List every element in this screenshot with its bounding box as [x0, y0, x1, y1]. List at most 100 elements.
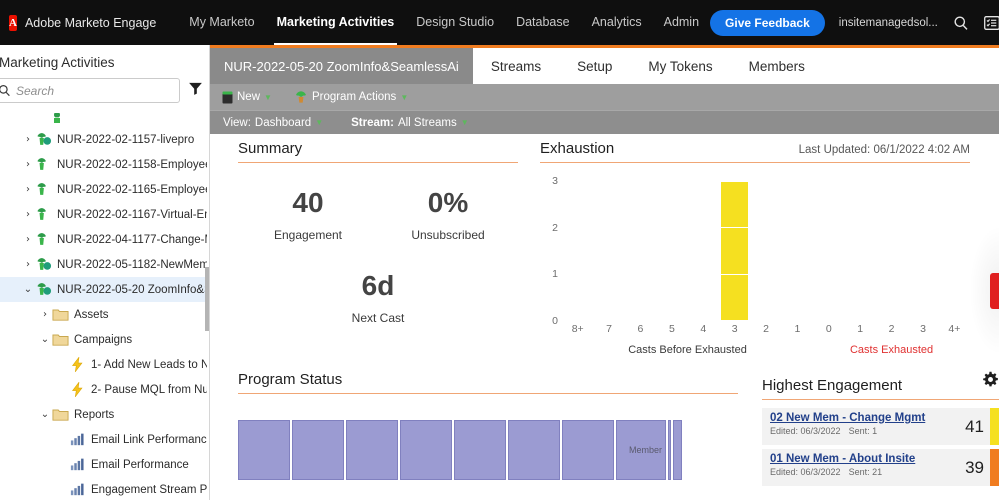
main-nav-items: My Marketo Marketing Activities Design S… — [178, 0, 710, 45]
chevron-right-icon[interactable]: › — [22, 234, 34, 245]
chevron-right-icon[interactable]: › — [22, 134, 34, 145]
engagement-list-item[interactable]: 01 New Mem - About InsiteEdited: 06/3/20… — [762, 449, 999, 486]
chart-bar-segment — [721, 181, 748, 228]
tasks-icon[interactable] — [984, 16, 999, 30]
gear-icon[interactable] — [982, 371, 999, 394]
view-selector[interactable]: View: Dashboard ▼ — [223, 117, 323, 129]
search-input[interactable] — [16, 84, 173, 98]
tree-item[interactable]: ›NUR-2022-04-1177-Change-Man — [0, 227, 209, 252]
view-value-label: Dashboard — [255, 117, 311, 129]
highest-engagement-panel-header: Highest Engagement — [762, 371, 999, 400]
view-prefix-label: View: — [223, 117, 251, 129]
username-label[interactable]: insitemanagedsol... — [839, 17, 938, 29]
engagement-item-link[interactable]: 02 New Mem - Change Mgmt — [770, 412, 963, 424]
report-icon — [68, 456, 86, 473]
x-axis-tick: 0 — [813, 323, 844, 335]
program-status-bar[interactable] — [508, 420, 560, 480]
tree-item[interactable]: ⌄NUR-2022-05-20 ZoomInfo&Se — [0, 277, 209, 302]
search-box[interactable] — [0, 78, 180, 103]
tree-item[interactable]: 1- Add New Leads to Nurt — [0, 352, 209, 377]
summary-panel: Summary 40 Engagement 0% Unsubscribed 6d… — [238, 140, 518, 325]
summary-panel-header: Summary — [238, 140, 518, 163]
tree-item[interactable]: ⌄Campaigns — [0, 327, 209, 352]
program-status-panel-header: Program Status — [238, 371, 738, 394]
program-status-bar[interactable] — [454, 420, 506, 480]
view-toolbar: View: Dashboard ▼ Stream: All Streams ▼ — [210, 110, 999, 134]
tree-item-label: NUR-2022-02-1157-livepro — [57, 134, 194, 146]
stream-selector[interactable]: Stream: All Streams ▼ — [351, 117, 469, 129]
tree-item[interactable]: ›NUR-2022-02-1158-Employee-Sa — [0, 152, 209, 177]
chevron-down-icon[interactable]: ⌄ — [22, 284, 34, 295]
x-axis-tick: 3 — [719, 323, 750, 335]
new-icon — [222, 91, 233, 104]
program-name-tab[interactable]: NUR-2022-05-20 ZoomInfo&SeamlessAi — [210, 48, 473, 84]
tree-item[interactable]: ⌄Reports — [0, 402, 209, 427]
highest-engagement-panel: Highest Engagement 02 New Mem - Change M… — [762, 371, 999, 490]
chart-bar[interactable] — [721, 181, 748, 321]
program-icon — [34, 231, 52, 248]
tree-item[interactable]: Engagement Stream Perfo — [0, 477, 209, 500]
program-status-bar[interactable]: Member — [616, 420, 666, 480]
tree-item[interactable]: ›NUR-2022-05-1182-NewMembe — [0, 252, 209, 277]
chevron-down-icon: ▼ — [400, 93, 408, 102]
filter-icon[interactable] — [188, 81, 203, 101]
nav-item-design-studio[interactable]: Design Studio — [405, 0, 505, 45]
tree-item-label: NUR-2022-02-1167-Virtual-Empl — [57, 209, 207, 221]
chevron-down-icon: ▼ — [461, 118, 469, 127]
y-axis-tick: 2 — [552, 222, 558, 234]
nav-item-analytics[interactable]: Analytics — [581, 0, 653, 45]
tree-item[interactable]: Email Performance — [0, 452, 209, 477]
give-feedback-button[interactable]: Give Feedback — [710, 10, 825, 36]
y-axis-tick: 1 — [552, 268, 558, 280]
new-button[interactable]: New ▼ — [222, 91, 272, 104]
program-actions-button[interactable]: Program Actions ▼ — [294, 90, 408, 104]
chart-bar-slot — [688, 181, 719, 321]
program-status-bar[interactable] — [346, 420, 398, 480]
tab-streams[interactable]: Streams — [473, 48, 559, 84]
tree-item[interactable]: › NUR-2022-02-1157-livepro — [0, 127, 209, 152]
tree-item[interactable]: 2- Pause MQL from Nurtu — [0, 377, 209, 402]
tree-item[interactable]: Email Link Performance — [0, 427, 209, 452]
nav-item-database[interactable]: Database — [505, 0, 581, 45]
tree-item[interactable]: ›Assets — [0, 302, 209, 327]
chevron-right-icon[interactable]: › — [22, 184, 34, 195]
x-axis-tick: 4+ — [939, 323, 970, 335]
program-status-bar[interactable] — [292, 420, 344, 480]
tree-partial-top-item[interactable] — [48, 113, 209, 127]
chevron-down-icon[interactable]: ⌄ — [39, 334, 51, 345]
search-icon[interactable] — [953, 15, 969, 31]
program-icon — [34, 181, 52, 198]
program-status-bar[interactable] — [668, 420, 671, 480]
chevron-right-icon[interactable]: › — [22, 209, 34, 220]
engagement-value: 40 — [238, 189, 378, 217]
left-sidebar: Marketing Activities ›NUR-2022-02-1157-l… — [0, 45, 210, 500]
program-status-bar[interactable] — [562, 420, 614, 480]
feedback-side-tab[interactable] — [990, 273, 999, 309]
chart-bar-slot — [907, 181, 938, 321]
chevron-down-icon[interactable]: ⌄ — [39, 409, 51, 420]
tab-members[interactable]: Members — [731, 48, 823, 84]
y-axis-tick: 0 — [552, 315, 558, 327]
next-cast-label: Next Cast — [238, 311, 518, 325]
engagement-item-text: 02 New Mem - Change MgmtEdited: 06/3/202… — [762, 408, 963, 445]
chevron-right-icon[interactable]: › — [22, 259, 34, 270]
x-axis-tick: 2 — [876, 323, 907, 335]
engagement-item-link[interactable]: 01 New Mem - About Insite — [770, 453, 963, 465]
program-status-bar[interactable] — [400, 420, 452, 480]
nav-item-admin[interactable]: Admin — [653, 0, 710, 45]
chart-plot-area — [562, 181, 970, 321]
program-status-bar[interactable] — [238, 420, 290, 480]
tree-item[interactable]: › NUR-2022-02-1167-Virtual-Empl — [0, 202, 209, 227]
new-button-label: New — [237, 91, 260, 103]
x-axis-tick: 3 — [907, 323, 938, 335]
chevron-right-icon[interactable]: › — [39, 309, 51, 320]
tab-my-tokens[interactable]: My Tokens — [630, 48, 730, 84]
tree-item[interactable]: ›NUR-2022-02-1165-Employee-Sa — [0, 177, 209, 202]
program-status-bar[interactable] — [673, 420, 682, 480]
nav-item-marketing-activities[interactable]: Marketing Activities — [266, 0, 406, 45]
tab-setup[interactable]: Setup — [559, 48, 630, 84]
engagement-item-color-bar — [990, 449, 999, 486]
engagement-list-item[interactable]: 02 New Mem - Change MgmtEdited: 06/3/202… — [762, 408, 999, 445]
nav-item-my-marketo[interactable]: My Marketo — [178, 0, 265, 45]
chevron-right-icon[interactable]: › — [22, 159, 34, 170]
